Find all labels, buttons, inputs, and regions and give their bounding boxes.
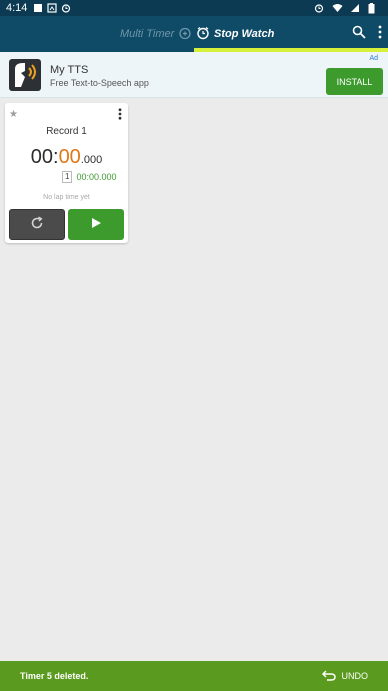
undo-icon — [321, 669, 336, 683]
signal-icon — [350, 3, 360, 13]
search-icon[interactable] — [352, 25, 366, 44]
tab-multi-timer[interactable]: Multi Timer — [120, 16, 192, 52]
tab-stop-watch-label: Stop Watch — [214, 28, 275, 40]
lap-row: 1 00:00.000 — [62, 171, 117, 183]
alarm-add-icon — [178, 26, 192, 43]
refresh-icon — [30, 216, 44, 233]
notification-square-icon — [33, 3, 43, 13]
reset-button[interactable] — [9, 209, 65, 240]
app-actions — [352, 16, 382, 52]
tab-multi-timer-label: Multi Timer — [120, 28, 175, 40]
install-button[interactable]: INSTALL — [326, 68, 383, 95]
notification-image-icon — [47, 3, 58, 13]
time-millis: .000 — [80, 154, 103, 166]
no-lap-text: No lap time yet — [43, 194, 90, 201]
battery-icon — [368, 3, 378, 14]
star-icon[interactable]: ★ — [9, 109, 18, 120]
overflow-menu-icon[interactable] — [378, 25, 382, 44]
lap-time: 00:00.000 — [76, 172, 117, 182]
wifi-icon — [332, 3, 343, 13]
ad-tag: Ad — [369, 55, 378, 62]
lap-number: 1 — [62, 171, 73, 183]
stopwatch-time: 00:00.000 — [5, 146, 128, 169]
time-seconds: 00 — [58, 146, 81, 168]
ad-banner[interactable]: Ad My TTS Free Text-to-Speech app INSTAL… — [0, 52, 388, 98]
status-bar: 4:14 — [0, 0, 388, 16]
snackbar: Timer 5 deleted. UNDO — [0, 661, 388, 691]
more-vert-icon[interactable] — [118, 108, 122, 123]
ad-subtitle: Free Text-to-Speech app — [50, 78, 149, 88]
ad-title: My TTS — [50, 64, 89, 76]
ad-app-logo — [9, 59, 41, 91]
status-time: 4:14 — [6, 2, 28, 14]
undo-label: UNDO — [341, 671, 369, 681]
time-minutes: 00: — [30, 146, 59, 168]
app-bar — [0, 16, 388, 52]
stopwatch-name: Record 1 — [46, 126, 87, 137]
tab-stop-watch[interactable]: Stop Watch — [196, 16, 274, 52]
alarm-clock-icon — [196, 26, 210, 43]
stopwatch-card[interactable]: ★ Record 1 00:00.000 1 00:00.000 No lap … — [5, 103, 128, 243]
alarm-status-icon — [61, 3, 71, 13]
snackbar-message: Timer 5 deleted. — [20, 671, 89, 681]
undo-button[interactable]: UNDO — [321, 669, 369, 683]
play-icon — [90, 217, 102, 232]
alarm-status-icon-right — [314, 3, 324, 13]
play-button[interactable] — [68, 209, 124, 240]
